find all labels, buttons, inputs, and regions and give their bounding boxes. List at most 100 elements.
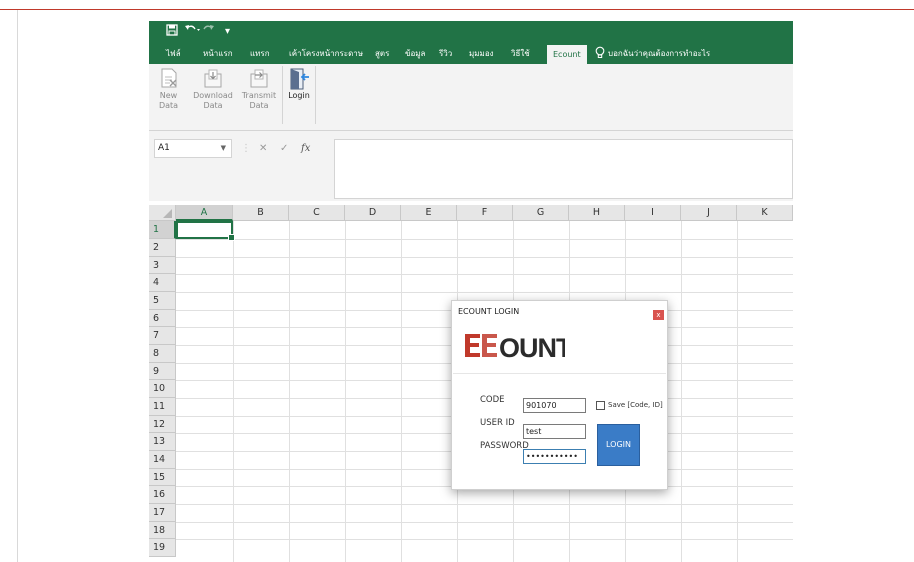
ribbon-separator <box>315 66 316 124</box>
grid-line <box>345 221 346 562</box>
tell-me-search[interactable]: บอกฉันว่าคุณต้องการทำอะไร <box>608 46 710 62</box>
new-data-label-1: New <box>159 91 178 100</box>
row-header[interactable]: 15 <box>149 469 176 486</box>
transmit-data-label-1: Transmit <box>241 91 277 100</box>
tab-view[interactable]: มุมมอง <box>469 46 494 62</box>
grid-line <box>176 522 793 523</box>
row-header[interactable]: 13 <box>149 433 176 451</box>
column-header[interactable]: G <box>513 205 569 221</box>
new-data-label-2: Data <box>158 101 179 110</box>
download-data-button[interactable]: Download Data <box>191 64 235 121</box>
column-header[interactable]: I <box>625 205 681 221</box>
user-id-field[interactable]: test <box>523 424 586 439</box>
row-header[interactable]: 14 <box>149 451 176 469</box>
column-header[interactable]: A <box>176 205 233 221</box>
tab-page-layout[interactable]: เค้าโครงหน้ากระดาษ <box>289 46 363 62</box>
ribbon-panel: New Data Download Data Transmit Data Login <box>149 64 793 131</box>
grid-line <box>176 274 793 275</box>
formula-bar-grip: ⋮ <box>241 143 251 154</box>
ribbon-tabs: ไฟล์ หน้าแรก แทรก เค้าโครงหน้ากระดาษ สูต… <box>149 43 793 64</box>
name-box[interactable]: A1 ▼ <box>154 139 232 158</box>
user-id-label: USER ID <box>480 418 515 428</box>
save-checkbox[interactable] <box>596 401 605 410</box>
customize-toolbar-icon[interactable]: ▾ <box>225 24 230 40</box>
password-label: PASSWORD <box>480 441 529 451</box>
save-checkbox-label: Save [Code, ID] <box>608 401 663 409</box>
new-data-button[interactable]: New Data <box>151 64 186 121</box>
row-header[interactable]: 16 <box>149 486 176 504</box>
lightbulb-icon[interactable] <box>595 46 605 65</box>
insert-function-icon[interactable]: fx <box>301 139 310 158</box>
tab-home[interactable]: หน้าแรก <box>203 46 233 62</box>
tab-review[interactable]: รีวิว <box>439 46 452 62</box>
tab-data[interactable]: ข้อมูล <box>405 46 425 62</box>
row-header[interactable]: 4 <box>149 274 176 292</box>
chevron-down-icon[interactable]: ▼ <box>221 140 226 157</box>
column-header[interactable]: F <box>457 205 513 221</box>
save-icon[interactable] <box>166 24 178 40</box>
column-header[interactable]: H <box>569 205 625 221</box>
enter-icon[interactable]: ✓ <box>280 139 288 158</box>
dialog-divider <box>453 373 666 374</box>
column-header[interactable]: C <box>289 205 345 221</box>
column-header[interactable]: E <box>401 205 457 221</box>
column-header[interactable]: D <box>345 205 401 221</box>
page-top-rule <box>0 9 914 10</box>
grid-line <box>176 239 793 240</box>
selected-cell-a1[interactable] <box>176 221 235 241</box>
tab-file[interactable]: ไฟล์ <box>166 46 181 62</box>
row-header[interactable]: 9 <box>149 363 176 380</box>
grid-line <box>737 221 738 562</box>
row-header[interactable]: 19 <box>149 539 176 557</box>
quick-access-toolbar: ▾ <box>149 21 793 43</box>
login-door-icon <box>290 68 309 90</box>
code-label: CODE <box>480 395 505 405</box>
download-data-label-1: Download <box>193 91 233 100</box>
row-header[interactable]: 8 <box>149 345 176 363</box>
tab-formulas[interactable]: สูตร <box>375 46 389 62</box>
row-header[interactable]: 17 <box>149 504 176 522</box>
undo-icon[interactable] <box>184 24 200 40</box>
column-header[interactable]: B <box>233 205 289 221</box>
redo-icon[interactable] <box>202 24 218 40</box>
column-header[interactable]: K <box>737 205 793 221</box>
grid-line <box>233 221 234 562</box>
tab-insert[interactable]: แทรก <box>250 46 270 62</box>
download-icon <box>204 68 222 88</box>
row-header[interactable]: 18 <box>149 522 176 539</box>
row-header[interactable]: 12 <box>149 416 176 433</box>
formula-input[interactable] <box>334 139 793 199</box>
row-header[interactable]: 1 <box>149 221 176 239</box>
row-header[interactable]: 10 <box>149 380 176 398</box>
row-header[interactable]: 5 <box>149 292 176 310</box>
page-left-rule <box>17 10 18 562</box>
transmit-data-label-2: Data <box>249 101 269 110</box>
row-header[interactable]: 11 <box>149 398 176 416</box>
grid-line <box>176 292 793 293</box>
login-ribbon-button[interactable]: Login <box>285 64 313 121</box>
ribbon-separator <box>282 66 283 124</box>
grid-line <box>681 221 682 562</box>
row-header[interactable]: 7 <box>149 327 176 345</box>
transmit-data-button[interactable]: Transmit Data <box>239 64 279 121</box>
tab-ecount[interactable]: Ecount <box>547 45 587 64</box>
row-header[interactable]: 6 <box>149 310 176 327</box>
grid-line <box>176 257 793 258</box>
login-ribbon-label: Login <box>288 91 310 100</box>
row-header[interactable]: 2 <box>149 239 176 257</box>
row-header[interactable]: 3 <box>149 257 176 274</box>
grid-line <box>176 539 793 540</box>
select-all-corner[interactable] <box>149 205 176 221</box>
grid-line <box>176 504 793 505</box>
column-header[interactable]: J <box>681 205 737 221</box>
grid-line <box>401 221 402 562</box>
dialog-title: ECOUNT LOGIN <box>458 307 520 316</box>
tab-help[interactable]: วิธีใช้ <box>511 46 530 62</box>
cancel-icon[interactable]: ✕ <box>259 139 267 158</box>
code-field[interactable]: 901070 <box>523 398 586 413</box>
password-field[interactable]: ••••••••••• <box>523 449 586 464</box>
login-button[interactable]: LOGIN <box>597 424 640 466</box>
ecount-login-dialog: ECOUNT LOGIN x OUNT CODE 901070 Save [Co… <box>451 300 668 490</box>
grid-line <box>289 221 290 562</box>
close-button[interactable]: x <box>653 310 664 320</box>
